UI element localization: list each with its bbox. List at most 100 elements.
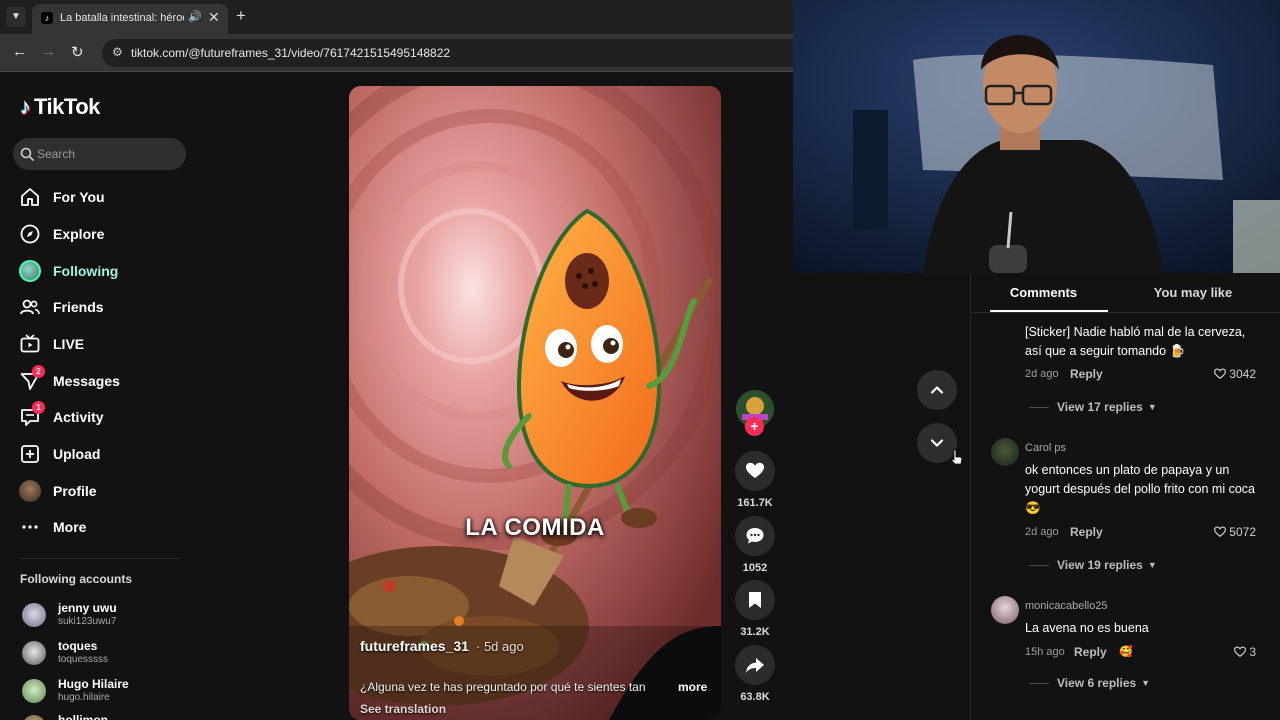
chevron-down-icon: ▼: [1147, 560, 1157, 570]
comment-like[interactable]: 3: [1234, 645, 1256, 659]
tab-search-icon[interactable]: ▼: [6, 7, 26, 27]
nav-label: Activity: [53, 409, 104, 425]
mouse-pointer-icon: [951, 449, 963, 465]
video-description: ¿Alguna vez te has preguntado por qué te…: [360, 680, 646, 694]
replies-line: [1029, 406, 1049, 408]
close-tab-icon[interactable]: ✕: [208, 9, 220, 26]
nav-item-for-you[interactable]: For You: [18, 183, 188, 211]
nav-item-live[interactable]: LIVE: [18, 330, 188, 358]
comment-like[interactable]: 5072: [1214, 525, 1256, 539]
compass-icon: [18, 222, 42, 246]
nav-item-profile[interactable]: Profile: [18, 477, 188, 505]
share-action[interactable]: 63.8K: [735, 645, 775, 703]
search-input[interactable]: [37, 138, 177, 170]
nav-item-following[interactable]: Following: [18, 257, 188, 285]
reply-button[interactable]: Reply: [1070, 367, 1103, 381]
nav-item-upload[interactable]: Upload: [18, 440, 188, 468]
search-box[interactable]: [13, 138, 186, 170]
creator-liked-icon: 🥰: [1119, 646, 1133, 658]
nav-label: Upload: [53, 446, 101, 462]
following-account[interactable]: holljmon: [22, 712, 192, 720]
nav-item-more[interactable]: More: [18, 513, 188, 541]
comments-panel: Comments You may like [Sticker] Nadie ha…: [793, 273, 1280, 720]
view-replies[interactable]: View 19 replies ▼: [1029, 558, 1157, 572]
tiktok-page: ♪ TikTok For You Explore: [0, 72, 793, 720]
comment-like-count: 3042: [1229, 367, 1256, 381]
reload-icon[interactable]: ↻: [71, 43, 84, 61]
tab-title: La batalla intestinal: héroes: [60, 12, 184, 24]
see-translation-link[interactable]: See translation: [360, 702, 446, 716]
follow-creator-button[interactable]: +: [745, 417, 764, 436]
comment-time: 2d ago: [1025, 368, 1059, 380]
video-author-name[interactable]: futureframes_31: [360, 638, 469, 654]
profile-avatar: [18, 479, 42, 503]
comment-time: 2d ago: [1025, 526, 1059, 538]
account-handle: suki123uwu7: [58, 616, 117, 627]
comment-text: La avena no es buena: [1025, 621, 1149, 635]
tiktok-favicon-icon: ♪: [41, 12, 53, 24]
forward-arrow-icon[interactable]: →: [41, 43, 56, 60]
site-info-icon[interactable]: ⚙: [112, 45, 123, 59]
search-icon: [20, 147, 34, 161]
share-button[interactable]: [735, 645, 775, 685]
following-account[interactable]: jenny uwu suki123uwu7: [22, 600, 192, 630]
nav-item-messages[interactable]: 2 Messages: [18, 365, 188, 395]
following-avatar: [18, 259, 42, 283]
back-arrow-icon[interactable]: ←: [12, 43, 27, 60]
avatar[interactable]: [991, 438, 1019, 466]
url-text[interactable]: tiktok.com/@futureframes_31/video/761742…: [131, 46, 450, 60]
previous-video-button[interactable]: [917, 370, 957, 410]
nav-label: For You: [53, 189, 105, 205]
chevron-down-icon: ▼: [1141, 678, 1151, 688]
chevron-down-icon: ▼: [1147, 402, 1157, 412]
like-action[interactable]: 161.7K: [735, 451, 775, 509]
save-button[interactable]: [735, 580, 775, 620]
comment-text: [Sticker] Nadie habló mal de la cerveza,…: [1025, 325, 1246, 358]
nav-label: Messages: [53, 373, 120, 389]
reply-button[interactable]: Reply: [1070, 525, 1103, 539]
comment-username[interactable]: Carol ps: [1025, 442, 1066, 454]
active-tab-indicator: [990, 310, 1108, 312]
video-player[interactable]: LA COMIDA futureframes_31 · 5d ago ¿Algu…: [349, 86, 721, 720]
video-frame-illustration: [349, 86, 721, 720]
comment-action[interactable]: 1052: [735, 516, 775, 574]
tab-you-may-like[interactable]: You may like: [1116, 273, 1270, 313]
avatar: [22, 603, 46, 627]
share-count: 63.8K: [740, 691, 770, 703]
comment-text: ok entonces un plato de papaya y un yogu…: [1025, 463, 1255, 515]
logo-text: TikTok: [34, 94, 100, 119]
browser-tab[interactable]: ♪ La batalla intestinal: héroes 🔊 ✕: [32, 4, 228, 34]
comment-like[interactable]: 3042: [1214, 367, 1256, 381]
tiktok-logo[interactable]: ♪ TikTok: [20, 94, 100, 120]
video-overlay-caption: LA COMIDA: [465, 514, 605, 541]
comment-button[interactable]: [735, 516, 775, 556]
address-bar[interactable]: ⚙ tiktok.com/@futureframes_31/video/7617…: [102, 39, 793, 67]
sidebar-divider: [20, 558, 180, 559]
upload-icon: [18, 442, 42, 466]
nav-item-friends[interactable]: Friends: [18, 293, 188, 321]
like-button[interactable]: [735, 451, 775, 491]
browser-toolbar: ← → ↻ ⚙ tiktok.com/@futureframes_31/vide…: [0, 34, 793, 72]
new-tab-button[interactable]: +: [236, 6, 246, 26]
account-handle: hugo.hilaire: [58, 692, 110, 703]
account-name: holljmon: [58, 713, 108, 720]
comment-count: 1052: [742, 562, 768, 574]
view-replies[interactable]: View 17 replies ▼: [1029, 400, 1157, 414]
view-replies[interactable]: View 6 replies ▼: [1029, 676, 1150, 690]
view-replies-label: View 17 replies: [1057, 400, 1143, 414]
video-posted-time: · 5d ago: [476, 639, 524, 654]
tiktok-note-icon: ♪: [20, 94, 31, 119]
nav-item-explore[interactable]: Explore: [18, 220, 188, 248]
save-action[interactable]: 31.2K: [735, 580, 775, 638]
chevron-down-icon: [930, 439, 944, 447]
tab-comments[interactable]: Comments: [971, 273, 1116, 313]
audio-playing-icon[interactable]: 🔊: [188, 10, 202, 23]
description-more-link[interactable]: more: [678, 680, 707, 694]
following-account[interactable]: toques toquesssss: [22, 638, 192, 668]
nav-item-activity[interactable]: 1 Activity: [18, 401, 188, 431]
avatar[interactable]: [991, 596, 1019, 624]
comment-username[interactable]: monicacabello25: [1025, 600, 1108, 612]
following-account[interactable]: Hugo Hilaire hugo.hilaire: [22, 676, 192, 706]
replies-line: [1029, 682, 1049, 684]
reply-button[interactable]: Reply: [1074, 645, 1107, 659]
